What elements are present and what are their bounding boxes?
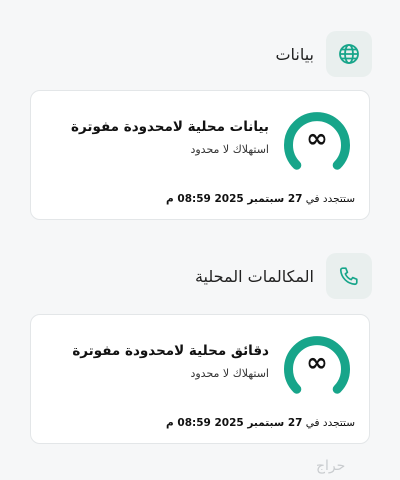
calls-plan-card[interactable]: ∞ دقائق محلية لامحدودة مفوترة استهلاك لا… [30,314,370,444]
section-title-data: بيانات [275,44,314,64]
phone-icon-container [326,253,372,299]
infinity-icon: ∞ [306,348,328,378]
phone-icon [339,267,358,286]
watermark-logo: حراج [316,458,346,474]
globe-icon-container [326,31,372,77]
plan-title: بيانات محلية لامحدودة مفوترة [71,119,269,135]
globe-icon [339,44,359,64]
section-header-data: بيانات [28,30,372,78]
section-header-calls: المكالمات المحلية [28,252,372,300]
usage-gauge: ∞ [284,112,350,170]
renewal-prefix: ستتجدد في [305,193,355,205]
infinity-icon: ∞ [306,124,328,154]
data-plan-card[interactable]: ∞ بيانات محلية لامحدودة مفوترة استهلاك ل… [30,90,370,220]
renewal-prefix: ستتجدد في [305,417,355,429]
plan-usage-label: استهلاك لا محدود [190,143,269,156]
renewal-date: 27 سبتمبر 2025 08:59 م [166,417,303,429]
renewal-info: ستتجدد في 27 سبتمبر 2025 08:59 م [166,193,355,205]
section-title-calls: المكالمات المحلية [194,266,314,286]
usage-gauge: ∞ [284,336,350,394]
plan-title: دقائق محلية لامحدودة مفوترة [72,343,269,359]
renewal-info: ستتجدد في 27 سبتمبر 2025 08:59 م [166,417,355,429]
renewal-date: 27 سبتمبر 2025 08:59 م [166,193,303,205]
plan-usage-label: استهلاك لا محدود [190,367,269,380]
